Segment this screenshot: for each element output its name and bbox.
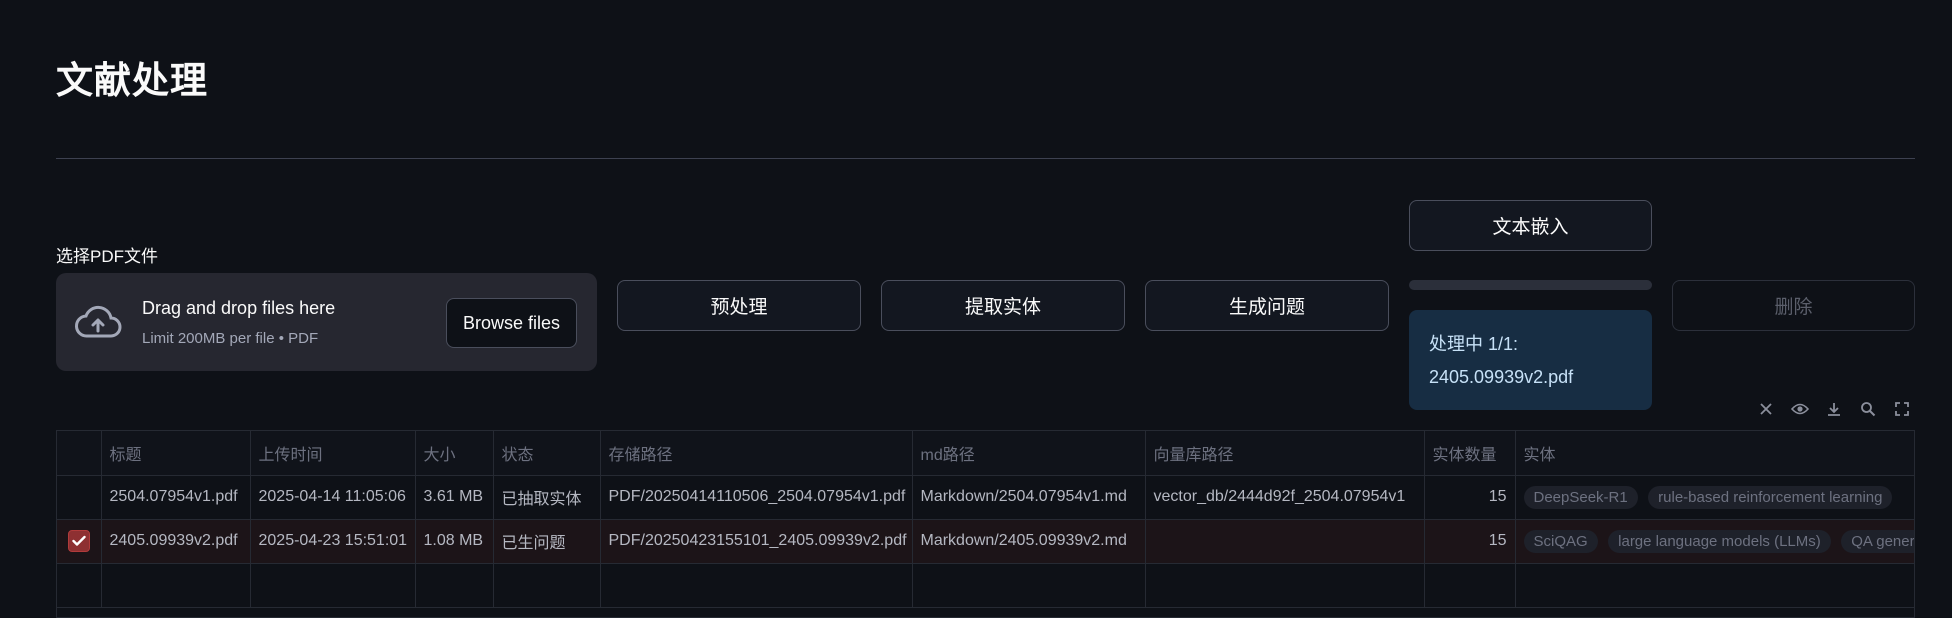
cell-entity-count[interactable]: 15 bbox=[1424, 519, 1516, 564]
delete-button[interactable]: 删除 bbox=[1672, 280, 1915, 331]
cell-size[interactable]: 1.08 MB bbox=[415, 519, 494, 564]
cell-storage-path[interactable]: PDF/20250414110506_2504.07954v1.pdf bbox=[600, 475, 913, 520]
cloud-upload-icon bbox=[74, 303, 122, 341]
status-info-box: 处理中 1/1: 2405.09939v2.pdf bbox=[1409, 310, 1652, 410]
cell-entities[interactable]: DeepSeek-R1 rule-based reinforcement lea… bbox=[1515, 475, 1914, 520]
column-header[interactable]: 标题 bbox=[101, 431, 251, 476]
checkbox-checked-icon[interactable] bbox=[67, 530, 90, 552]
dropzone-limit: Limit 200MB per file • PDF bbox=[142, 330, 319, 347]
column-header[interactable]: 实体数量 bbox=[1424, 431, 1516, 476]
entity-chip: SciQAG bbox=[1523, 529, 1598, 553]
cell-size[interactable]: 3.61 MB bbox=[415, 475, 494, 520]
entity-chip: DeepSeek-R1 bbox=[1523, 485, 1638, 509]
cell-vector-path[interactable] bbox=[1145, 519, 1425, 564]
data-table[interactable]: 标题 上传时间 大小 状态 存储路径 md路径 向量库路径 实体数量 实体 25… bbox=[56, 430, 1915, 618]
column-header[interactable]: 大小 bbox=[415, 431, 494, 476]
row-checkbox[interactable] bbox=[57, 519, 102, 564]
table-row-empty bbox=[57, 563, 1914, 608]
column-header[interactable]: 上传时间 bbox=[250, 431, 416, 476]
download-icon[interactable] bbox=[1823, 398, 1845, 420]
cell-upload-time[interactable]: 2025-04-23 15:51:01 bbox=[250, 519, 416, 564]
table-row[interactable]: 2504.07954v1.pdf 2025-04-14 11:05:06 3.6… bbox=[57, 475, 1914, 520]
uploader-label: 选择PDF文件 bbox=[56, 247, 158, 266]
app-root: 文献处理 选择PDF文件 Drag and drop files here Li… bbox=[0, 0, 1952, 618]
column-header[interactable]: 向量库路径 bbox=[1145, 431, 1425, 476]
dropzone-title: Drag and drop files here bbox=[142, 298, 336, 318]
generate-questions-button[interactable]: 生成问题 bbox=[1145, 280, 1389, 331]
table-header-row: 标题 上传时间 大小 状态 存储路径 md路径 向量库路径 实体数量 实体 bbox=[57, 431, 1914, 476]
text-embedding-button[interactable]: 文本嵌入 bbox=[1409, 200, 1652, 251]
cell-title[interactable]: 2405.09939v2.pdf bbox=[101, 519, 251, 564]
column-header[interactable]: 状态 bbox=[493, 431, 601, 476]
cell-status[interactable]: 已抽取实体 bbox=[493, 475, 601, 520]
cell-md-path[interactable]: Markdown/2405.09939v2.md bbox=[912, 519, 1146, 564]
column-header[interactable]: 存储路径 bbox=[600, 431, 913, 476]
cell-status[interactable]: 已生问题 bbox=[493, 519, 601, 564]
row-select-header bbox=[57, 431, 102, 476]
entity-chip: QA gener bbox=[1841, 529, 1914, 553]
entity-chip: large language models (LLMs) bbox=[1608, 529, 1831, 553]
cell-md-path[interactable]: Markdown/2504.07954v1.md bbox=[912, 475, 1146, 520]
fullscreen-icon[interactable] bbox=[1891, 398, 1913, 420]
browse-files-button[interactable]: Browse files bbox=[446, 298, 577, 348]
page-title: 文献处理 bbox=[56, 60, 208, 101]
close-icon[interactable] bbox=[1755, 398, 1777, 420]
file-dropzone[interactable]: Drag and drop files here Limit 200MB per… bbox=[56, 273, 597, 371]
column-header[interactable]: 实体 bbox=[1515, 431, 1914, 476]
status-line-1: 处理中 1/1: bbox=[1429, 334, 1519, 354]
table-row[interactable]: 2405.09939v2.pdf 2025-04-23 15:51:01 1.0… bbox=[57, 519, 1914, 564]
cell-storage-path[interactable]: PDF/20250423155101_2405.09939v2.pdf bbox=[600, 519, 913, 564]
divider bbox=[56, 158, 1915, 159]
status-line-2: 2405.09939v2.pdf bbox=[1429, 367, 1574, 387]
preprocess-button[interactable]: 预处理 bbox=[617, 280, 861, 331]
search-icon[interactable] bbox=[1857, 398, 1879, 420]
cell-upload-time[interactable]: 2025-04-14 11:05:06 bbox=[250, 475, 416, 520]
extract-entities-button[interactable]: 提取实体 bbox=[881, 280, 1125, 331]
cell-title[interactable]: 2504.07954v1.pdf bbox=[101, 475, 251, 520]
cell-vector-path[interactable]: vector_db/2444d92f_2504.07954v1 bbox=[1145, 475, 1425, 520]
cell-entity-count[interactable]: 15 bbox=[1424, 475, 1516, 520]
column-header[interactable]: md路径 bbox=[912, 431, 1146, 476]
cell-entities[interactable]: SciQAG large language models (LLMs) QA g… bbox=[1515, 519, 1914, 564]
progress-bar bbox=[1409, 280, 1652, 290]
eye-icon[interactable] bbox=[1789, 398, 1811, 420]
entity-chip: rule-based reinforcement learning bbox=[1648, 485, 1893, 509]
row-checkbox[interactable] bbox=[57, 475, 102, 520]
table-toolbar bbox=[1755, 398, 1913, 420]
